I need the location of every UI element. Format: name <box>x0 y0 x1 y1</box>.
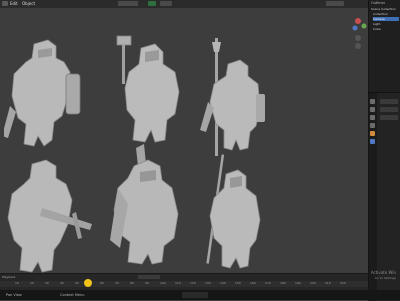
outliner-panel: Outliner Scene Collection Collection Cam… <box>368 0 400 92</box>
frame-tick: 80 <box>130 281 134 285</box>
zoom-icon <box>355 35 361 41</box>
outliner-row[interactable]: Collection <box>373 12 388 16</box>
editor-type-icon[interactable] <box>2 1 8 6</box>
menu-edit[interactable]: Edit <box>10 1 18 6</box>
frame-tick: 150 <box>235 281 241 285</box>
outliner-title: Outliner <box>371 1 386 5</box>
frame-tick: 30 <box>45 281 49 285</box>
frame-tick: 190 <box>295 281 301 285</box>
frame-tick: 200 <box>310 281 316 285</box>
viewport-header: Edit Object Options <box>0 0 368 13</box>
activation-watermark-line2: Go to Settings <box>374 276 396 280</box>
knight-hammer-model[interactable] <box>105 30 187 150</box>
frame-tick: 90 <box>145 281 149 285</box>
playback-controls[interactable] <box>138 275 160 279</box>
outliner-row[interactable]: Scene Collection <box>371 7 396 11</box>
status-bar: Pan View Context Menu <box>0 290 400 300</box>
frame-tick: 20 <box>30 281 34 285</box>
outliner-row[interactable]: Cube <box>373 27 381 31</box>
frame-tick: 130 <box>205 281 211 285</box>
frame-tick: 40 <box>60 281 64 285</box>
knight-sword-model[interactable] <box>106 144 188 268</box>
modifier-tab-icon[interactable] <box>370 139 375 144</box>
frame-tick: 210 <box>325 281 331 285</box>
frame-tick: 70 <box>115 281 119 285</box>
output-tab-icon[interactable] <box>370 115 375 120</box>
knight-spear-model[interactable] <box>200 154 280 273</box>
frame-tick: 160 <box>250 281 256 285</box>
frame-tick: 10 <box>15 281 19 285</box>
render-tab-icon[interactable] <box>370 107 375 112</box>
frame-tick: 220 <box>340 281 346 285</box>
status-context-menu: Context Menu <box>60 293 85 297</box>
playhead[interactable] <box>84 279 92 287</box>
status-pan-view: Pan View <box>6 293 22 297</box>
properties-field[interactable] <box>380 115 398 120</box>
snap-toggle[interactable] <box>148 1 156 6</box>
knight-halberd-model[interactable] <box>198 38 276 156</box>
taskbar-app[interactable] <box>182 292 208 298</box>
menu-object[interactable]: Object <box>22 1 35 6</box>
frame-tick: 50 <box>75 281 79 285</box>
3d-viewport[interactable] <box>0 8 368 273</box>
proportional-edit-dropdown[interactable] <box>160 1 172 6</box>
frame-tick: 180 <box>280 281 286 285</box>
transform-orientation-dropdown[interactable] <box>118 1 138 6</box>
tool-tab-icon[interactable] <box>370 99 375 104</box>
outliner-row-selected[interactable]: Camera <box>373 17 399 21</box>
view-layer-tab-icon[interactable] <box>370 123 375 128</box>
frame-tick: 110 <box>175 281 181 285</box>
properties-field[interactable] <box>380 107 398 112</box>
timeline[interactable]: Playback 10 20 30 40 50 60 70 80 90 100 … <box>0 273 368 291</box>
navigation-gizmo[interactable] <box>349 14 367 54</box>
knight-crossbow-model[interactable] <box>2 158 94 273</box>
knight-shield-model[interactable] <box>4 36 86 154</box>
frame-tick: 60 <box>100 281 104 285</box>
outliner-row[interactable]: Light <box>373 22 381 26</box>
properties-field[interactable] <box>380 99 398 104</box>
frame-tick: 100 <box>160 281 166 285</box>
frame-tick: 140 <box>220 281 226 285</box>
frame-tick: 170 <box>265 281 271 285</box>
pan-icon <box>355 43 361 49</box>
viewport-shading-buttons[interactable] <box>326 1 344 6</box>
activation-watermark-line1: Activate Win <box>370 270 396 275</box>
timeline-ruler[interactable]: 10 20 30 40 50 60 70 80 90 100 110 120 1… <box>0 281 368 287</box>
timeline-label: Playback <box>2 275 16 279</box>
frame-tick: 120 <box>190 281 196 285</box>
object-tab-icon[interactable] <box>370 131 375 136</box>
